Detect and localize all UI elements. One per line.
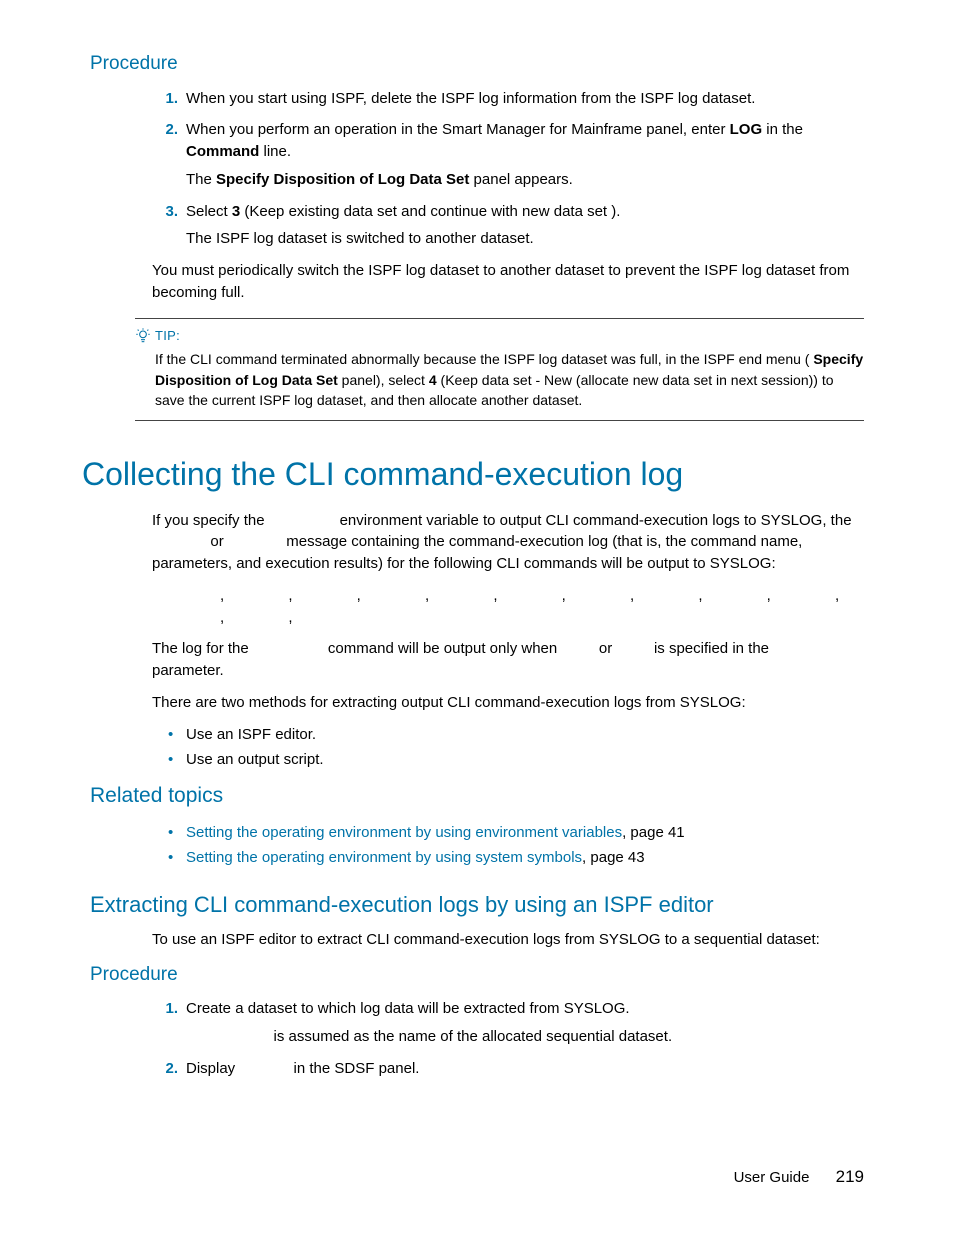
command-list-line: , , , , , , , , , , , , <box>220 585 864 629</box>
procedure-heading-2: Procedure <box>90 961 864 989</box>
tip-body: If the CLI command terminated abnormally… <box>155 349 864 410</box>
procedure-list-2: 1. Create a dataset to which log data wi… <box>152 998 864 1079</box>
step-1: 1. Create a dataset to which log data wi… <box>152 998 864 1048</box>
list-item: Setting the operating environment by usi… <box>168 822 864 844</box>
step-number: 1. <box>152 88 178 110</box>
body-paragraph: The log for the command will be output o… <box>152 638 864 682</box>
lightbulb-icon <box>135 327 151 343</box>
subsection-heading-extracting: Extracting CLI command-execution logs by… <box>90 889 864 921</box>
body-paragraph: To use an ISPF editor to extract CLI com… <box>152 929 864 951</box>
tip-label: TIP: <box>155 328 180 343</box>
step-text: When you start using ISPF, delete the IS… <box>186 90 755 107</box>
related-topics-list: Setting the operating environment by usi… <box>168 822 864 870</box>
related-topics-heading: Related topics <box>90 781 864 811</box>
footer-label: User Guide <box>734 1169 810 1186</box>
step-number: 2. <box>152 119 178 141</box>
step-3: 3. Select 3 (Keep existing data set and … <box>152 201 864 251</box>
link-system-symbols[interactable]: Setting the operating environment by usi… <box>186 849 582 866</box>
step-follow: The ISPF log dataset is switched to anot… <box>186 228 864 250</box>
step-1: 1. When you start using ISPF, delete the… <box>152 88 864 110</box>
procedure-list-1: 1. When you start using ISPF, delete the… <box>152 88 864 251</box>
step-text: Create a dataset to which log data will … <box>186 1000 630 1017</box>
step-number: 3. <box>152 201 178 223</box>
list-item: Use an output script. <box>168 749 864 771</box>
body-paragraph: You must periodically switch the ISPF lo… <box>152 260 864 304</box>
step-text: When you perform an operation in the Sma… <box>186 121 803 160</box>
step-2: 2. Display in the SDSF panel. <box>152 1058 864 1080</box>
page-number: 219 <box>836 1165 864 1190</box>
link-env-variables[interactable]: Setting the operating environment by usi… <box>186 824 622 841</box>
document-page: Procedure 1. When you start using ISPF, … <box>0 0 954 1230</box>
step-number: 2. <box>152 1058 178 1080</box>
section-heading-collecting: Collecting the CLI command-execution log <box>82 451 864 497</box>
list-item: Setting the operating environment by usi… <box>168 847 864 869</box>
bullet-list: Use an ISPF editor. Use an output script… <box>168 724 864 772</box>
tip-header: TIP: <box>135 327 864 346</box>
body-paragraph: If you specify the environment variable … <box>152 510 864 575</box>
step-text: Display in the SDSF panel. <box>186 1060 419 1077</box>
list-item: Use an ISPF editor. <box>168 724 864 746</box>
step-number: 1. <box>152 998 178 1020</box>
step-follow: is assumed as the name of the allocated … <box>186 1026 864 1048</box>
step-2: 2. When you perform an operation in the … <box>152 119 864 190</box>
body-paragraph: There are two methods for extracting out… <box>152 692 864 714</box>
procedure-heading-1: Procedure <box>90 50 864 78</box>
step-follow: The Specify Disposition of Log Data Set … <box>186 169 864 191</box>
tip-box: TIP: If the CLI command terminated abnor… <box>135 318 864 422</box>
step-text: Select 3 (Keep existing data set and con… <box>186 203 620 220</box>
page-footer: User Guide 219 <box>734 1165 864 1190</box>
